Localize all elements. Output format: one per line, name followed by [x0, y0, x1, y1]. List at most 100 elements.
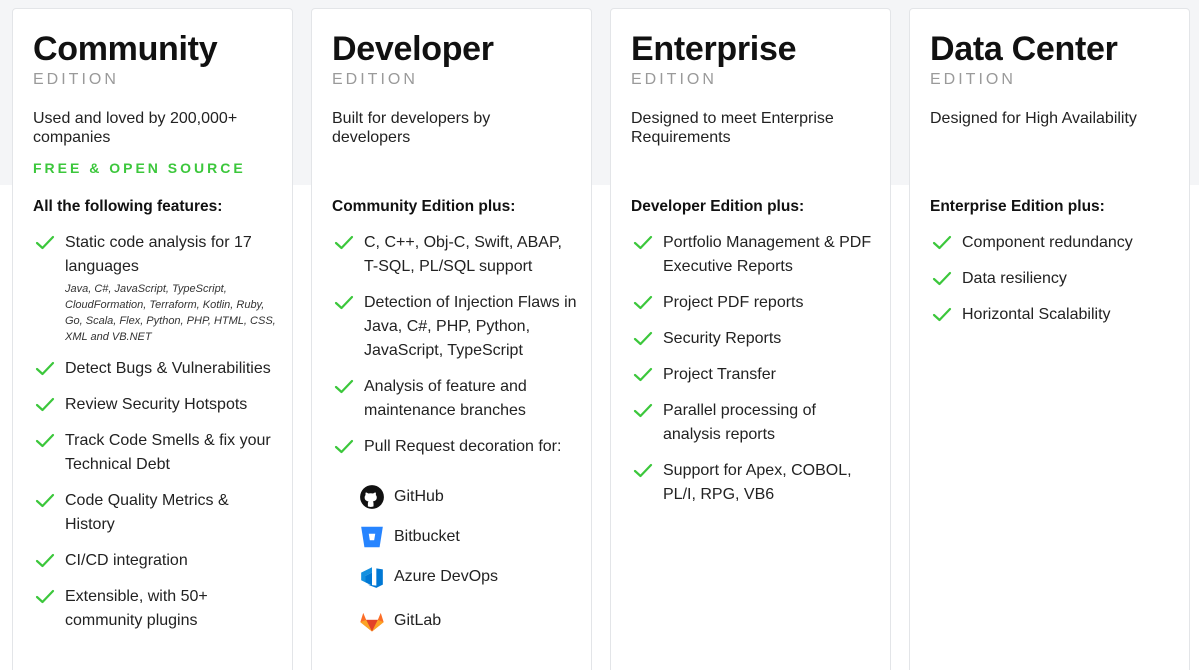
card-title: Data Center [930, 30, 1118, 68]
feature-text: Pull Request decoration for: [364, 438, 562, 455]
check-icon [633, 331, 653, 346]
check-icon [35, 433, 55, 448]
check-icon [334, 235, 354, 250]
feature-item: C, C++, Obj-C, Swift, ABAP, T-SQL, PL/SQ… [332, 231, 577, 279]
card-title: Developer [332, 30, 494, 68]
feature-text: Data resiliency [962, 270, 1067, 287]
feature-text: Support for Apex, COBOL, PL/I, RPG, VB6 [663, 462, 852, 503]
integration-bitbucket: Bitbucket [358, 517, 498, 557]
github-icon [358, 483, 386, 511]
integration-gitlab: GitLab [358, 597, 498, 645]
feature-item: Project PDF reports [631, 291, 876, 315]
feature-text: Track Code Smells & fix your Technical D… [65, 432, 271, 473]
card-title: Community [33, 30, 218, 68]
feature-item: Pull Request decoration for: [332, 435, 577, 459]
check-icon [334, 379, 354, 394]
edition-label: EDITION [930, 71, 1016, 88]
feature-text: Component redundancy [962, 234, 1133, 251]
check-icon [932, 235, 952, 250]
edition-label: EDITION [33, 71, 119, 88]
section-heading: Enterprise Edition plus: [930, 198, 1105, 215]
feature-text: Parallel processing of analysis reports [663, 402, 816, 443]
check-icon [932, 307, 952, 322]
feature-item: Parallel processing of analysis reports [631, 399, 876, 447]
feature-item: Extensible, with 50+ community plugins [33, 585, 278, 633]
check-icon [932, 271, 952, 286]
check-icon [35, 361, 55, 376]
check-icon [35, 553, 55, 568]
feature-text: Detect Bugs & Vulnerabilities [65, 360, 271, 377]
bitbucket-icon [358, 523, 386, 551]
check-icon [633, 463, 653, 478]
section-heading: All the following features: [33, 198, 223, 215]
check-icon [633, 295, 653, 310]
feature-text: Project PDF reports [663, 294, 804, 311]
integration-github: GitHub [358, 477, 498, 517]
feature-text: C, C++, Obj-C, Swift, ABAP, T-SQL, PL/SQ… [364, 234, 562, 275]
feature-item: Review Security Hotspots [33, 393, 278, 417]
card-data-center: Data Center EDITION Designed for High Av… [909, 8, 1190, 670]
check-icon [35, 589, 55, 604]
feature-item: Horizontal Scalability [930, 303, 1175, 327]
feature-item: Security Reports [631, 327, 876, 351]
feature-item: Detect Bugs & Vulnerabilities [33, 357, 278, 381]
card-tagline: Built for developers by developers [332, 110, 491, 146]
feature-item: Portfolio Management & PDF Executive Rep… [631, 231, 876, 279]
check-icon [35, 493, 55, 508]
azure-devops-icon [358, 563, 386, 591]
card-enterprise: Enterprise EDITION Designed to meet Ente… [610, 8, 891, 670]
feature-text: Analysis of feature and maintenance bran… [364, 378, 527, 419]
feature-text: Project Transfer [663, 366, 776, 383]
card-tagline: Designed to meet Enterprise Requirements [631, 110, 834, 146]
integration-label: Azure DevOps [394, 568, 499, 585]
gitlab-icon [358, 607, 386, 635]
feature-text: Detection of Injection Flaws in Java, C#… [364, 294, 577, 359]
card-tagline: Designed for High Availability [930, 110, 1137, 127]
feature-text: Static code analysis for 17 languages [65, 234, 252, 275]
feature-list: Portfolio Management & PDF Executive Rep… [631, 231, 876, 519]
card-community: Community EDITION Used and loved by 200,… [12, 8, 293, 670]
free-open-source-badge: FREE & OPEN SOURCE [33, 160, 246, 176]
integration-label: Bitbucket [394, 528, 460, 545]
check-icon [35, 397, 55, 412]
section-heading: Community Edition plus: [332, 198, 516, 215]
edition-label: EDITION [631, 71, 717, 88]
integration-label: GitLab [394, 612, 442, 629]
feature-text: Extensible, with 50+ community plugins [65, 588, 208, 629]
feature-text: CI/CD integration [65, 552, 188, 569]
card-developer: Developer EDITION Built for developers b… [311, 8, 592, 670]
check-icon [334, 295, 354, 310]
feature-text: Code Quality Metrics & History [65, 492, 229, 533]
feature-item: Analysis of feature and maintenance bran… [332, 375, 577, 423]
integration-azure-devops: Azure DevOps [358, 557, 498, 597]
feature-item: Detection of Injection Flaws in Java, C#… [332, 291, 577, 363]
check-icon [633, 403, 653, 418]
edition-label: EDITION [332, 71, 418, 88]
feature-item: CI/CD integration [33, 549, 278, 573]
feature-list: Component redundancy Data resiliency Hor… [930, 231, 1175, 339]
feature-text: Review Security Hotspots [65, 396, 248, 413]
feature-item: Code Quality Metrics & History [33, 489, 278, 537]
editions-comparison: Community EDITION Used and loved by 200,… [0, 0, 1199, 670]
integration-list: GitHub Bitbucket Azure DevOps GitLab [358, 477, 498, 645]
check-icon [633, 235, 653, 250]
section-heading: Developer Edition plus: [631, 198, 805, 215]
feature-item: Component redundancy [930, 231, 1175, 255]
feature-list: Static code analysis for 17 languages Ja… [33, 231, 278, 645]
feature-item: Static code analysis for 17 languages Ja… [33, 231, 278, 345]
check-icon [633, 367, 653, 382]
feature-text: Portfolio Management & PDF Executive Rep… [663, 234, 872, 275]
feature-item: Track Code Smells & fix your Technical D… [33, 429, 278, 477]
languages-note: Java, C#, JavaScript, TypeScript, CloudF… [65, 283, 276, 343]
integration-label: GitHub [394, 488, 444, 505]
feature-item: Data resiliency [930, 267, 1175, 291]
check-icon [35, 235, 55, 250]
card-title: Enterprise [631, 30, 797, 68]
check-icon [334, 439, 354, 454]
feature-item: Project Transfer [631, 363, 876, 387]
feature-text: Security Reports [663, 330, 782, 347]
feature-text: Horizontal Scalability [962, 306, 1111, 323]
feature-item: Support for Apex, COBOL, PL/I, RPG, VB6 [631, 459, 876, 507]
card-tagline: Used and loved by 200,000+ companies [33, 110, 238, 146]
feature-list: C, C++, Obj-C, Swift, ABAP, T-SQL, PL/SQ… [332, 231, 577, 471]
